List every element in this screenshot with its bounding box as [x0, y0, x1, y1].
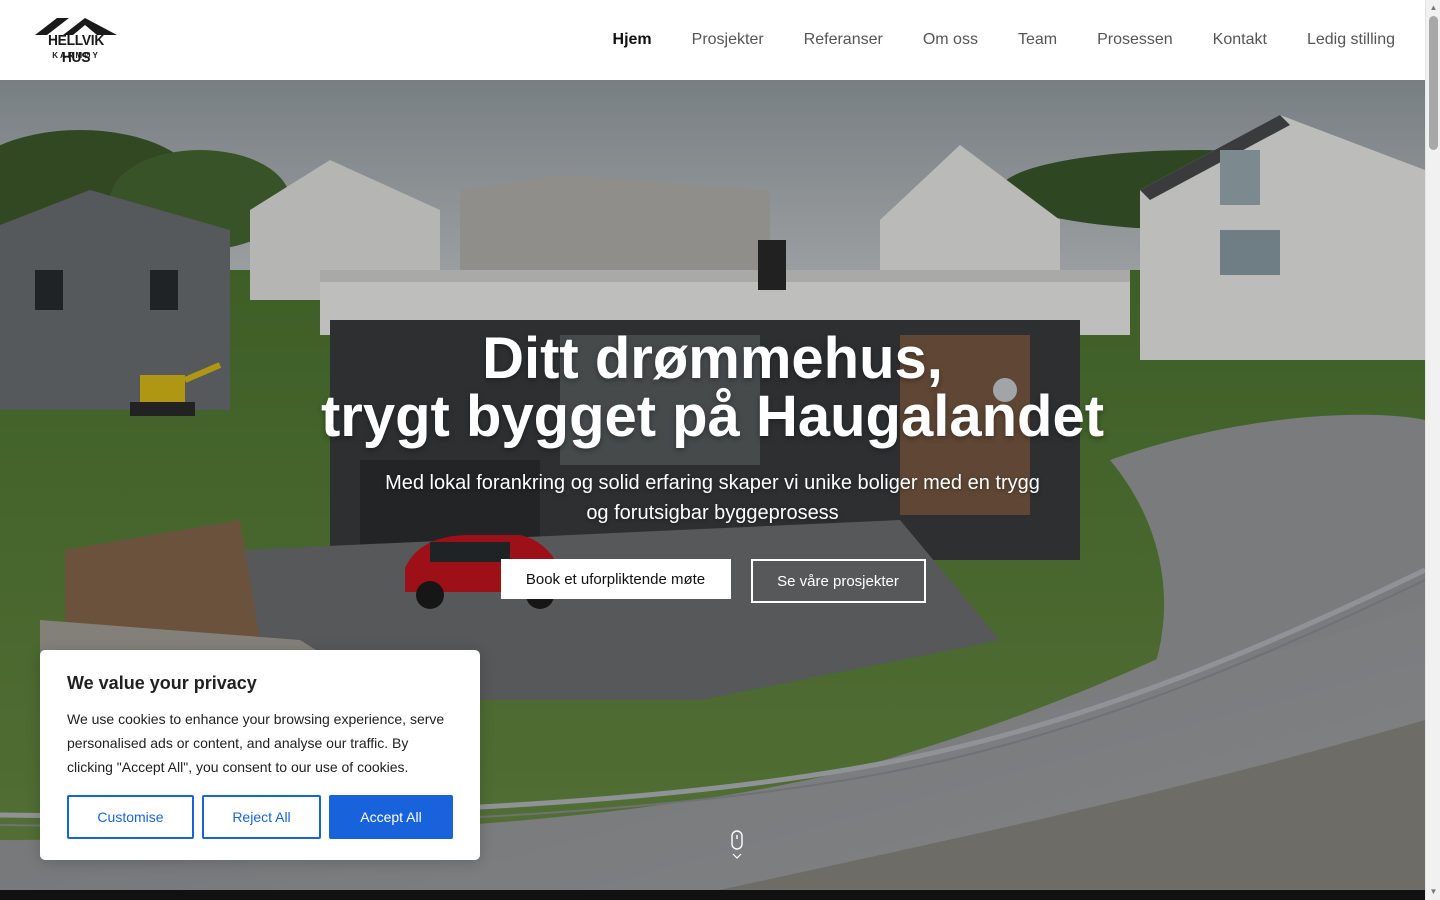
- main-nav: Hjem Prosjekter Referanser Om oss Team P…: [573, 0, 1395, 80]
- nav-item-prosjekter[interactable]: Prosjekter: [692, 31, 764, 49]
- scroll-down-icon[interactable]: [731, 830, 743, 864]
- nav-item-kontakt[interactable]: Kontakt: [1213, 31, 1267, 49]
- hero-title: Ditt drømmehus, trygt bygget på Haugalan…: [0, 330, 1425, 446]
- cookie-consent-banner: We value your privacy We use cookies to …: [40, 650, 480, 860]
- nav-item-referanser[interactable]: Referanser: [804, 31, 883, 49]
- cookie-text: We use cookies to enhance your browsing …: [67, 711, 445, 775]
- book-meeting-button[interactable]: Book et uforpliktende møte: [500, 559, 731, 599]
- page-bottom-bar: [0, 890, 1425, 900]
- reject-all-button[interactable]: Reject All: [202, 795, 321, 839]
- nav-item-ledig-stilling[interactable]: Ledig stilling: [1307, 31, 1395, 49]
- hero-title-line-1: Ditt drømmehus,: [482, 326, 943, 391]
- nav-item-team[interactable]: Team: [1018, 31, 1057, 49]
- logo[interactable]: HELLVIK HUS KARMØY: [33, 17, 121, 66]
- scrollbar-thumb[interactable]: [1429, 16, 1438, 150]
- hero-title-line-2: trygt bygget på Haugalandet: [320, 384, 1105, 449]
- scroll-up-arrow-icon[interactable]: ▲: [1429, 3, 1438, 13]
- nav-item-om-oss[interactable]: Om oss: [923, 31, 978, 49]
- see-projects-button[interactable]: Se våre prosjekter: [750, 559, 926, 603]
- nav-item-hjem[interactable]: Hjem: [613, 31, 652, 49]
- scroll-down-arrow-icon[interactable]: ▼: [1429, 887, 1438, 897]
- hero-subtitle: Med lokal forankring og solid erfaring s…: [385, 472, 1040, 524]
- cookie-title: We value your privacy: [67, 673, 257, 693]
- customise-button[interactable]: Customise: [67, 795, 194, 839]
- hero-content: Ditt drømmehus, trygt bygget på Haugalan…: [0, 330, 1425, 603]
- accept-all-button[interactable]: Accept All: [329, 795, 453, 839]
- hero-buttons: Book et uforpliktende møte Se våre prosj…: [0, 559, 1425, 603]
- page-scrollbar[interactable]: ▲ ▼: [1425, 0, 1440, 900]
- logo-name: HELLVIK HUS: [47, 32, 105, 66]
- nav-item-prosessen[interactable]: Prosessen: [1097, 31, 1173, 49]
- logo-location: KARMØY: [52, 51, 100, 60]
- cookie-buttons: Customise Reject All Accept All: [67, 795, 453, 839]
- site-header: HELLVIK HUS KARMØY Hjem Prosjekter Refer…: [0, 0, 1425, 80]
